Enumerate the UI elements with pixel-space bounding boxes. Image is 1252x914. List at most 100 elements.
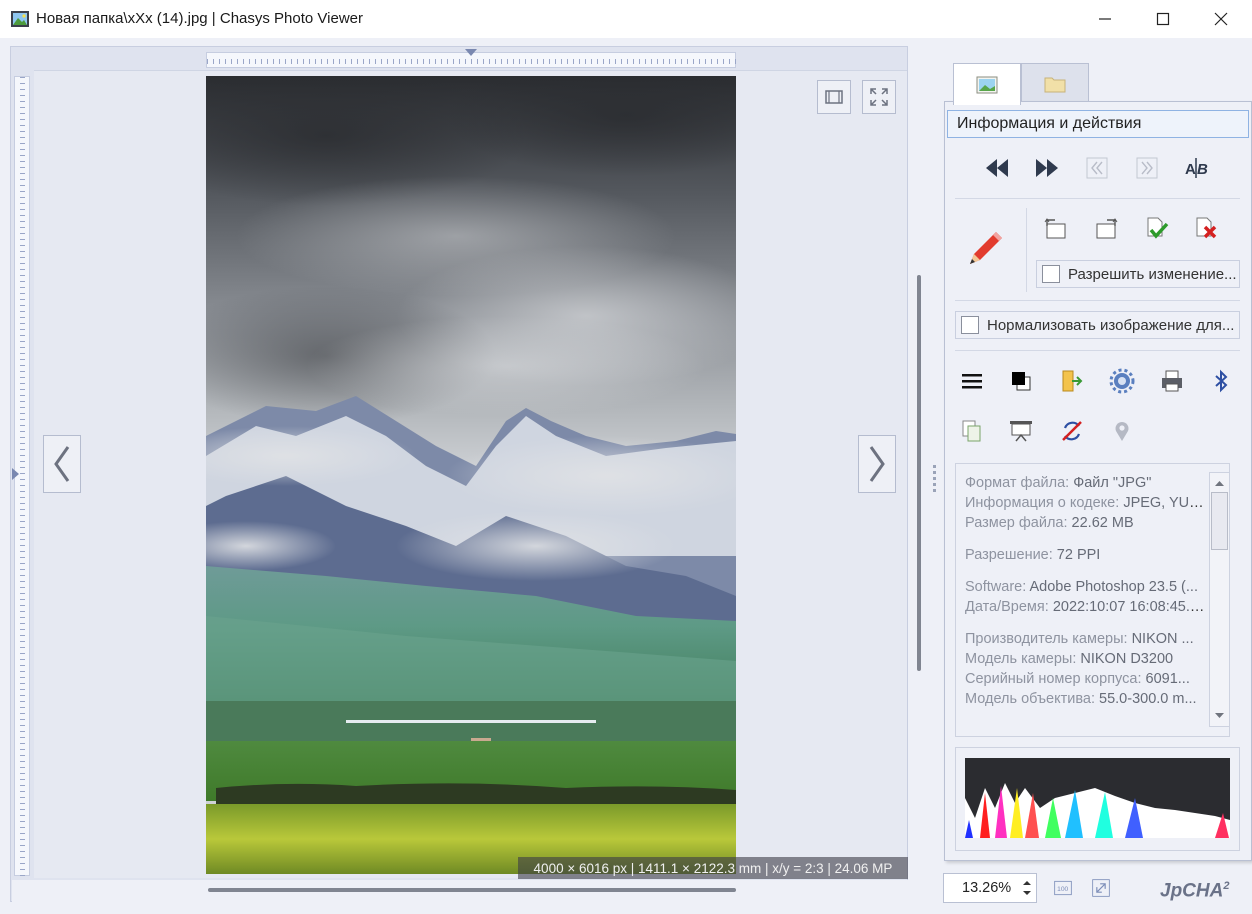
close-icon — [1214, 12, 1228, 26]
expand-icon — [1092, 879, 1110, 897]
chevron-right-icon — [869, 446, 885, 482]
previous-image-button[interactable] — [43, 435, 81, 493]
fit-width-button[interactable] — [817, 80, 851, 114]
slideshow-icon — [1010, 421, 1032, 442]
first-page-icon — [1086, 157, 1108, 179]
metadata-scroll-thumb[interactable] — [1211, 492, 1228, 550]
actual-size-100-icon: 100 — [1054, 880, 1072, 896]
rotate-left-icon — [1044, 218, 1066, 239]
ruler-position-marker-left — [12, 468, 19, 480]
rewind-icon — [986, 159, 1008, 177]
rotate-right-button[interactable] — [1088, 211, 1124, 247]
zoom-spinner-icon — [1023, 881, 1031, 895]
histogram — [965, 758, 1230, 838]
minimize-icon — [1099, 18, 1111, 20]
divider — [955, 198, 1240, 199]
window-title: Новая папка\xXx (14).jpg | Chasys Photo … — [36, 10, 363, 27]
image-info-status: 4000 × 6016 px | 1411.1 × 2122.3 mm | x/… — [518, 857, 908, 879]
zoom-level-field[interactable]: 13.26% — [943, 873, 1037, 903]
divider — [955, 300, 1240, 301]
last-page-icon — [1136, 157, 1158, 179]
copy-icon — [962, 420, 981, 442]
unsync-icon — [1062, 421, 1082, 441]
svg-text:100: 100 — [1057, 886, 1068, 893]
chevron-left-icon — [54, 446, 70, 482]
info-lens-model: Модель объектива: 55.0-300.0 m... — [965, 691, 1197, 707]
svg-text:B: B — [1197, 161, 1208, 178]
panel-splitter-handle[interactable] — [932, 462, 938, 502]
horizontal-scroll-thumb[interactable] — [208, 888, 736, 892]
vertical-scroll-thumb[interactable] — [917, 275, 921, 671]
rewind-button[interactable] — [979, 150, 1015, 186]
pencil-icon — [970, 232, 1002, 264]
tab-image-info[interactable] — [953, 63, 1021, 105]
info-software: Software: Adobe Photoshop 23.5 (... — [965, 579, 1198, 595]
discard-icon — [1196, 217, 1217, 239]
settings-gear-icon — [1109, 368, 1135, 394]
minimize-button[interactable] — [1076, 0, 1134, 38]
info-camera-maker: Производитель камеры: NIKON ... — [965, 631, 1194, 647]
close-button[interactable] — [1192, 0, 1250, 38]
checkbox-box[interactable] — [961, 316, 979, 334]
tab-folder[interactable] — [1021, 63, 1089, 103]
allow-changes-checkbox[interactable]: Разрешить изменение... — [1036, 260, 1240, 288]
image-tab-icon — [976, 76, 998, 93]
menu-button[interactable] — [954, 363, 990, 399]
divider — [955, 350, 1240, 351]
fast-forward-button[interactable] — [1029, 150, 1065, 186]
menu-icon — [962, 374, 982, 389]
info-serial-number: Серийный номер корпуса: 6091... — [965, 671, 1190, 687]
info-camera-model: Модель камеры: NIKON D3200 — [965, 651, 1174, 667]
rotate-right-icon — [1096, 218, 1118, 239]
move-to-folder-icon — [1062, 370, 1083, 392]
discard-changes-button[interactable] — [1188, 211, 1224, 247]
normalize-label: Нормализовать изображение для... — [987, 316, 1235, 334]
panel-header: Информация и действия — [947, 110, 1249, 138]
maximize-icon — [1156, 12, 1170, 26]
info-codec: Информация о кодеке: JPEG, YUV... — [965, 495, 1205, 511]
move-to-folder-button[interactable] — [1054, 363, 1090, 399]
fullscreen-icon — [870, 88, 888, 106]
background-color-button[interactable] — [1003, 363, 1039, 399]
ruler-position-marker — [465, 49, 477, 56]
last-page-button[interactable] — [1129, 150, 1165, 186]
bluetooth-icon — [1215, 369, 1228, 393]
background-color-icon — [1012, 372, 1031, 391]
bluetooth-button[interactable] — [1203, 363, 1239, 399]
fullscreen-button[interactable] — [862, 80, 896, 114]
allow-changes-label: Разрешить изменение... — [1068, 265, 1237, 283]
checkbox-box[interactable] — [1042, 265, 1060, 283]
next-image-button[interactable] — [858, 435, 896, 493]
zoom-value: 13.26% — [962, 880, 1012, 896]
info-resolution: Разрешение: 72 PPI — [965, 547, 1101, 563]
info-file-size: Размер файла: 22.62 MB — [965, 515, 1134, 531]
print-button[interactable] — [1154, 363, 1190, 399]
slideshow-button[interactable] — [1003, 413, 1039, 449]
folder-tab-icon — [1044, 77, 1066, 92]
info-file-format: Формат файла: Файл "JPG" — [965, 475, 1152, 491]
normalize-image-checkbox[interactable]: Нормализовать изображение для... — [955, 311, 1240, 339]
unsync-button[interactable] — [1054, 413, 1090, 449]
first-page-button[interactable] — [1079, 150, 1115, 186]
compare-ab-button[interactable]: AB — [1178, 150, 1214, 186]
fit-width-icon — [825, 90, 843, 104]
actual-size-button[interactable]: 100 — [1051, 876, 1075, 900]
print-icon — [1162, 370, 1182, 392]
main-photo[interactable] — [206, 76, 736, 874]
copy-button[interactable] — [954, 413, 990, 449]
location-pin-icon — [1115, 422, 1129, 441]
fit-to-window-button[interactable] — [1089, 876, 1113, 900]
compare-ab-icon: AB — [1185, 158, 1208, 178]
save-check-icon — [1147, 217, 1169, 239]
brand-logo: JpCHA2 — [1160, 880, 1230, 902]
location-button[interactable] — [1104, 413, 1140, 449]
maximize-button[interactable] — [1134, 0, 1192, 38]
save-changes-button[interactable] — [1138, 211, 1174, 247]
title-bar: Новая папка\xXx (14).jpg | Chasys Photo … — [0, 0, 1252, 38]
photo-viewer-icon — [10, 9, 30, 29]
settings-button[interactable] — [1104, 363, 1140, 399]
svg-text:A: A — [1185, 161, 1196, 178]
rotate-left-button[interactable] — [1038, 211, 1074, 247]
edit-pencil-button[interactable] — [960, 222, 1012, 274]
fast-forward-icon — [1036, 159, 1058, 177]
